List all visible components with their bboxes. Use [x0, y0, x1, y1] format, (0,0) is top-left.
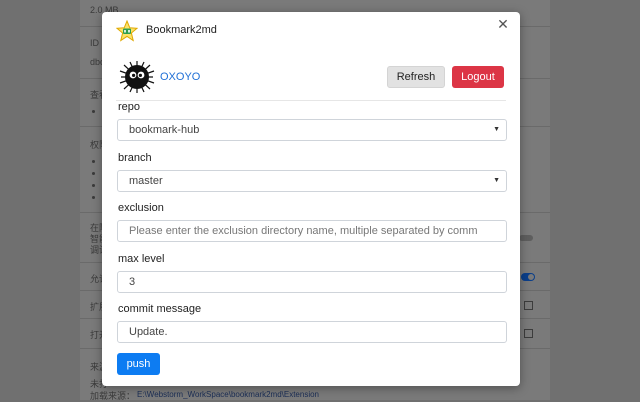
user-row: OXOYO Refresh Logout	[102, 60, 520, 100]
exclusion-input[interactable]: Please enter the exclusion directory nam…	[117, 220, 507, 242]
username-link[interactable]: OXOYO	[160, 71, 200, 83]
branch-selected-value: master	[129, 175, 163, 187]
bg-toggle	[519, 235, 533, 241]
bg-toggle	[521, 273, 535, 281]
bg-load-source-label: 加载来源：	[90, 391, 136, 401]
bg-bullet	[92, 184, 95, 187]
close-icon[interactable]: ✕	[496, 17, 510, 31]
branch-label: branch	[118, 152, 152, 164]
commit-message-input[interactable]: Update.	[117, 321, 507, 343]
avatar	[119, 61, 155, 93]
bg-external-link-icon	[524, 329, 533, 338]
logout-button[interactable]: Logout	[452, 66, 504, 88]
divider	[116, 100, 506, 101]
repo-select[interactable]: bookmark-hub ▼	[117, 119, 507, 141]
exclusion-label: exclusion	[118, 202, 164, 214]
push-button[interactable]: push	[117, 353, 160, 375]
caret-down-icon: ▼	[493, 177, 500, 184]
bg-id-label: ID	[90, 38, 99, 48]
bg-bullet	[92, 196, 95, 199]
star-logo-icon	[116, 20, 138, 42]
bg-bullet	[92, 110, 95, 113]
dialog-header: Bookmark2md ✕	[102, 12, 520, 50]
refresh-button[interactable]: Refresh	[387, 66, 445, 88]
commit-message-label: commit message	[118, 303, 202, 315]
repo-selected-value: bookmark-hub	[129, 124, 200, 136]
max-level-label: max level	[118, 253, 165, 265]
max-level-input[interactable]: 3	[117, 271, 507, 293]
branch-select[interactable]: master ▼	[117, 170, 507, 192]
bg-load-path: E:\Webstorm_WorkSpace\bookmark2md\Extens…	[137, 390, 320, 399]
dialog-title: Bookmark2md	[146, 24, 217, 36]
bg-external-link-icon	[524, 301, 533, 310]
caret-down-icon: ▼	[493, 126, 500, 133]
bg-bullet	[92, 172, 95, 175]
bg-bullet	[92, 160, 95, 163]
bookmark2md-dialog: Bookmark2md ✕ OXOYO Refresh Logout repo …	[102, 12, 520, 386]
repo-label: repo	[118, 101, 141, 113]
